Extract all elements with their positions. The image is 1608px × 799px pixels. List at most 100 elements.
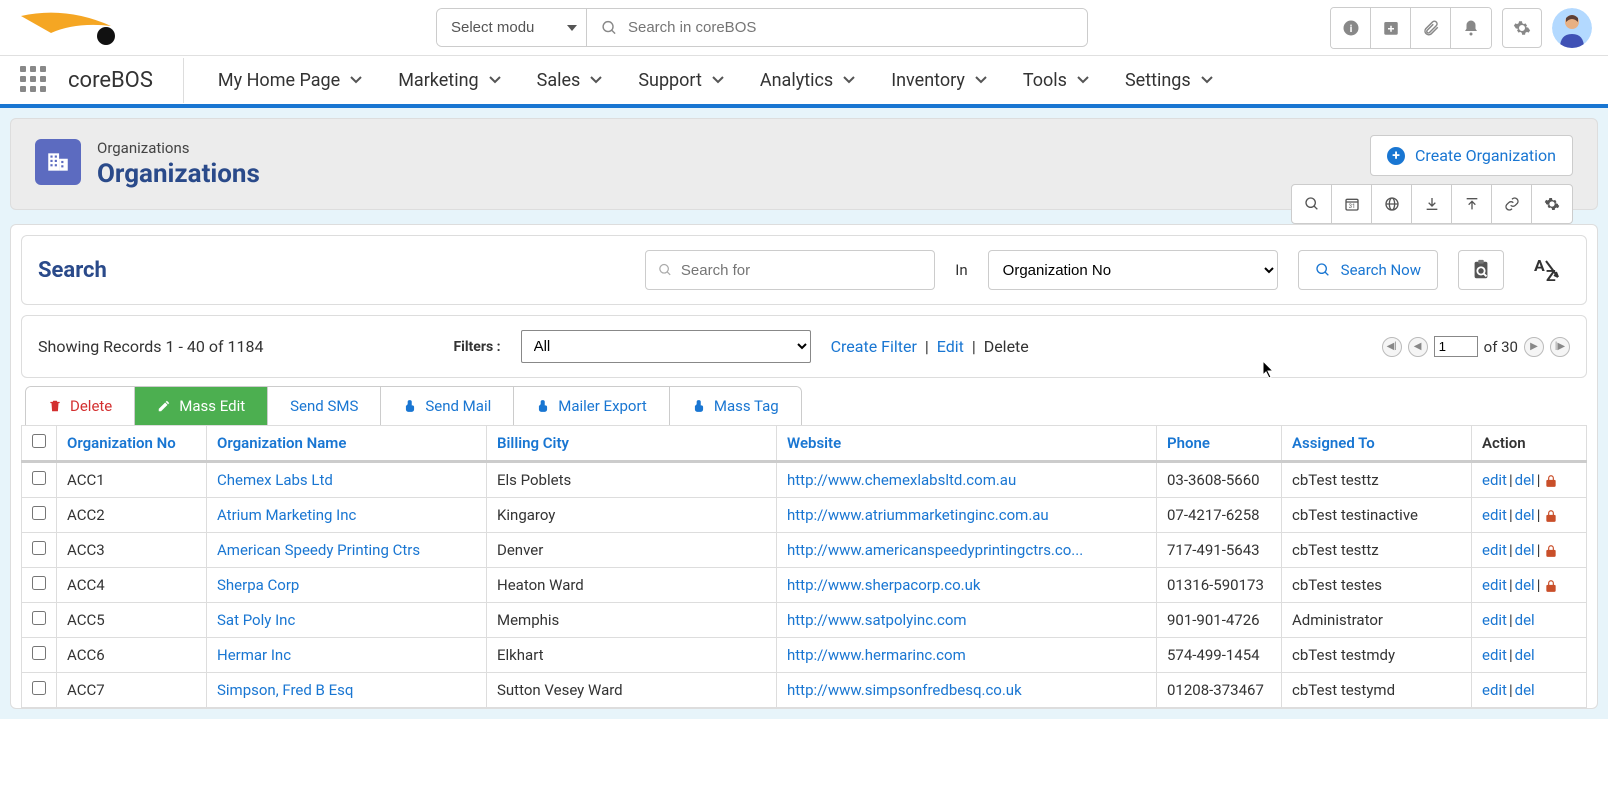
col-website[interactable]: Website [777, 426, 1157, 462]
nav-item-support[interactable]: Support [624, 58, 738, 103]
download-icon[interactable] [1412, 185, 1452, 223]
search-in-select[interactable]: Organization No [988, 250, 1278, 290]
edit-link[interactable]: edit [1482, 541, 1507, 559]
col-billing-city[interactable]: Billing City [487, 426, 777, 462]
nav-item-sales[interactable]: Sales [523, 58, 617, 103]
org-name-link[interactable]: Hermar Inc [217, 646, 291, 664]
top-icon-group: i [1330, 7, 1492, 49]
app-logo[interactable] [16, 8, 116, 48]
az-sort-button[interactable]: AZ [1524, 250, 1570, 290]
attachment-icon[interactable] [1411, 8, 1451, 48]
org-name-link[interactable]: Chemex Labs Ltd [217, 471, 333, 489]
select-all-checkbox[interactable] [32, 434, 46, 448]
edit-link[interactable]: edit [1482, 506, 1507, 524]
edit-link[interactable]: edit [1482, 611, 1507, 629]
edit-link[interactable]: edit [1482, 576, 1507, 594]
org-name-link[interactable]: Sat Poly Inc [217, 611, 295, 629]
del-link[interactable]: del [1515, 681, 1535, 699]
nav-item-my-home-page[interactable]: My Home Page [204, 58, 376, 103]
module-action-icons: 31 [1291, 184, 1573, 224]
row-checkbox[interactable] [32, 576, 46, 590]
row-checkbox[interactable] [32, 541, 46, 555]
first-page-button[interactable]: ◀| [1382, 337, 1402, 357]
nav-item-marketing[interactable]: Marketing [384, 58, 514, 103]
gear-icon[interactable] [1502, 8, 1542, 48]
create-organization-button[interactable]: + Create Organization [1370, 135, 1573, 176]
bell-icon[interactable] [1451, 8, 1491, 48]
col-phone[interactable]: Phone [1157, 426, 1282, 462]
nav-item-inventory[interactable]: Inventory [877, 58, 1001, 103]
org-name-link[interactable]: Sherpa Corp [217, 576, 299, 594]
del-link[interactable]: del [1515, 646, 1535, 664]
user-avatar[interactable] [1552, 8, 1592, 48]
col-org-no[interactable]: Organization No [57, 426, 207, 462]
search-now-button[interactable]: Search Now [1298, 250, 1438, 290]
create-filter-link[interactable]: Create Filter [831, 337, 917, 356]
org-name-link[interactable]: Simpson, Fred B Esq [217, 681, 353, 699]
del-link[interactable]: del [1515, 611, 1535, 629]
edit-link[interactable]: edit [1482, 681, 1507, 699]
calendar-add-icon[interactable] [1371, 8, 1411, 48]
module-select[interactable]: Select modu [437, 9, 587, 46]
website-link[interactable]: http://www.hermarinc.com [787, 646, 966, 664]
upload-icon[interactable] [1452, 185, 1492, 223]
mass-tag-button[interactable]: Mass Tag [670, 387, 801, 425]
row-checkbox[interactable] [32, 681, 46, 695]
lock-icon[interactable] [1544, 509, 1558, 523]
calendar-icon[interactable]: 31 [1332, 185, 1372, 223]
last-page-button[interactable]: |▶ [1550, 337, 1570, 357]
filter-select[interactable]: All [521, 330, 811, 363]
prev-page-button[interactable]: ◀ [1408, 337, 1428, 357]
link-icon[interactable] [1492, 185, 1532, 223]
edit-link[interactable]: edit [1482, 471, 1507, 489]
mass-edit-button[interactable]: Mass Edit [135, 387, 268, 425]
cell-city: Elkhart [487, 638, 777, 673]
send-sms-button[interactable]: Send SMS [268, 387, 381, 425]
mailer-export-button[interactable]: Mailer Export [514, 387, 670, 425]
edit-link[interactable]: edit [1482, 646, 1507, 664]
website-link[interactable]: http://www.chemexlabsltd.com.au [787, 471, 1016, 489]
brand-label[interactable]: coreBOS [68, 68, 153, 93]
nav-item-analytics[interactable]: Analytics [746, 58, 869, 103]
clipboard-search-button[interactable] [1458, 250, 1504, 290]
org-name-link[interactable]: American Speedy Printing Ctrs [217, 541, 420, 559]
nav-item-settings[interactable]: Settings [1111, 58, 1227, 103]
send-mail-button[interactable]: Send Mail [381, 387, 514, 425]
edit-filter-link[interactable]: Edit [937, 337, 964, 356]
apps-grid-icon[interactable] [20, 66, 48, 94]
website-link[interactable]: http://www.americanspeedyprintingctrs.co… [787, 541, 1083, 559]
gear-icon[interactable] [1532, 185, 1572, 223]
global-search-input[interactable] [628, 9, 1073, 46]
del-link[interactable]: del [1515, 471, 1535, 489]
lock-icon[interactable] [1544, 474, 1558, 488]
website-link[interactable]: http://www.simpsonfredbesq.co.uk [787, 681, 1022, 699]
del-link[interactable]: del [1515, 541, 1535, 559]
search-icon[interactable] [1292, 185, 1332, 223]
del-link[interactable]: del [1515, 506, 1535, 524]
org-name-link[interactable]: Atrium Marketing Inc [217, 506, 356, 524]
lock-icon[interactable] [1544, 544, 1558, 558]
row-checkbox[interactable] [32, 471, 46, 485]
del-link[interactable]: del [1515, 576, 1535, 594]
cell-assigned: cbTest testinactive [1282, 498, 1472, 533]
page-input[interactable] [1434, 336, 1478, 357]
bulk-delete-button[interactable]: Delete [26, 387, 135, 425]
cell-phone: 574-499-1454 [1157, 638, 1282, 673]
row-checkbox[interactable] [32, 611, 46, 625]
info-icon[interactable]: i [1331, 8, 1371, 48]
lock-icon[interactable] [1544, 579, 1558, 593]
search-for-input[interactable] [681, 262, 922, 279]
page-title: Organizations [97, 159, 260, 189]
table-row: ACC7 Simpson, Fred B Esq Sutton Vesey Wa… [22, 673, 1587, 708]
row-checkbox[interactable] [32, 646, 46, 660]
globe-icon[interactable] [1372, 185, 1412, 223]
col-org-name[interactable]: Organization Name [207, 426, 487, 462]
nav-item-tools[interactable]: Tools [1009, 58, 1103, 103]
next-page-button[interactable]: ▶ [1524, 337, 1544, 357]
website-link[interactable]: http://www.sherpacorp.co.uk [787, 576, 980, 594]
website-link[interactable]: http://www.satpolyinc.com [787, 611, 967, 629]
col-assigned[interactable]: Assigned To [1282, 426, 1472, 462]
website-link[interactable]: http://www.atriummarketinginc.com.au [787, 506, 1049, 524]
row-checkbox[interactable] [32, 506, 46, 520]
cell-action: edit|del [1472, 673, 1587, 708]
